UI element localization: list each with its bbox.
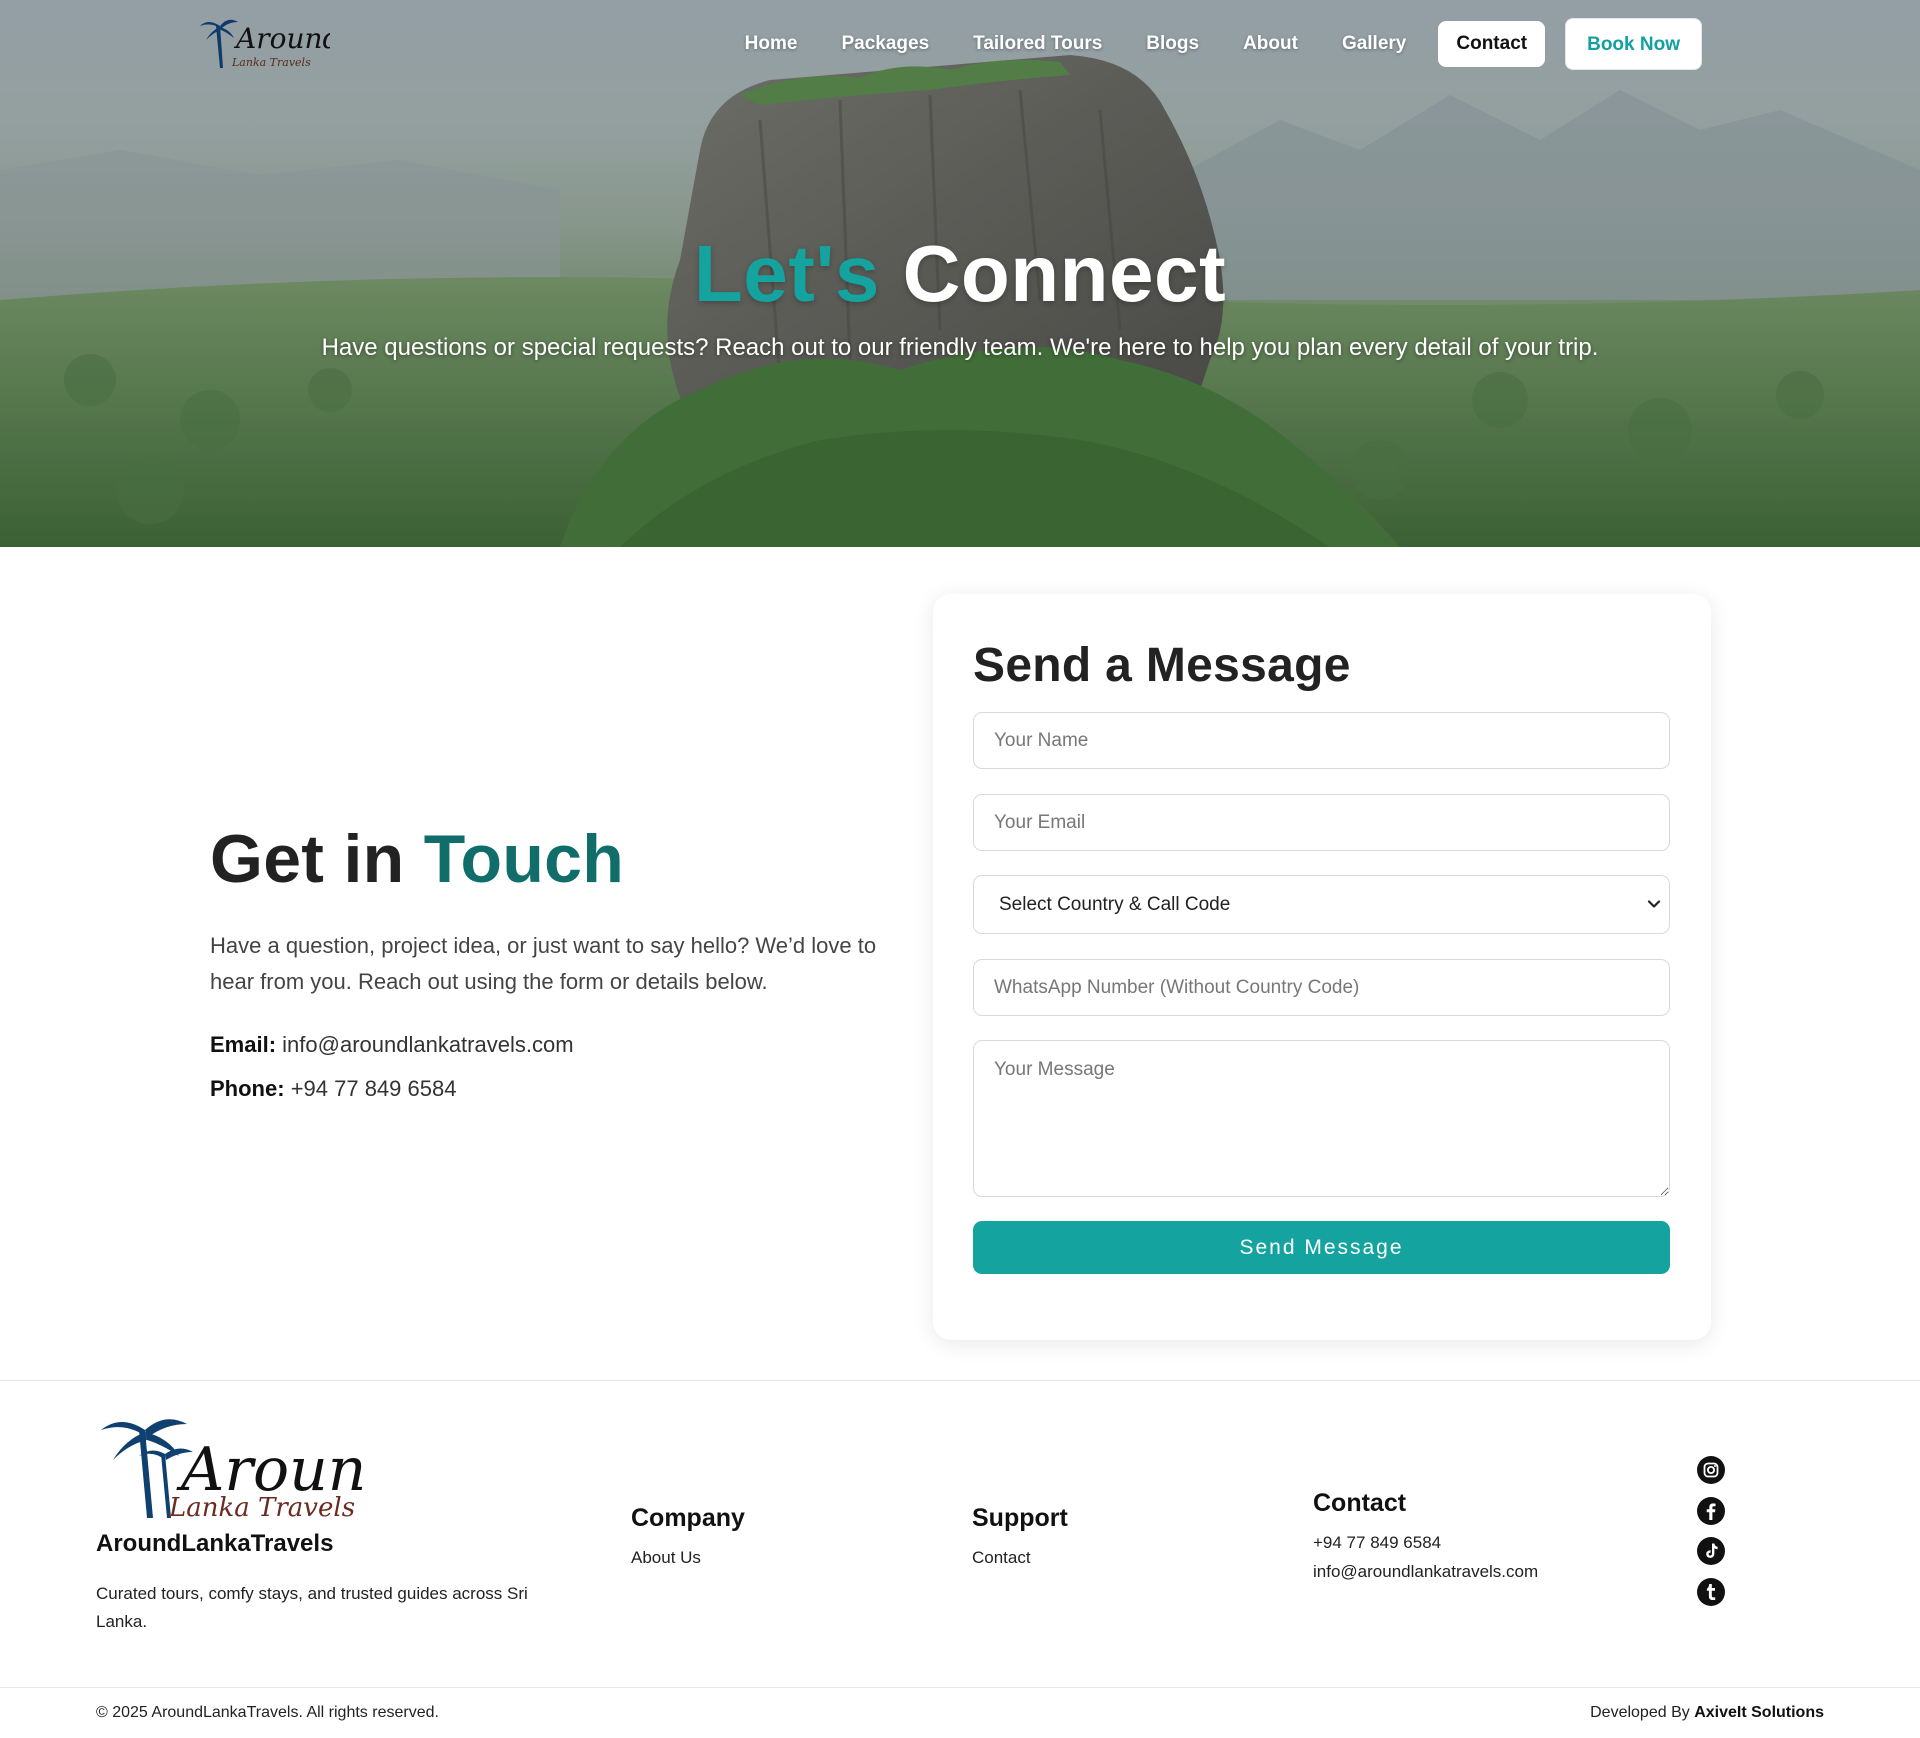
footer-contact-email[interactable]: info@aroundlankatravels.com xyxy=(1313,1562,1538,1582)
get-in-touch-title-main: Get in xyxy=(210,821,405,897)
developer-credit: Developed By AxiveIt Solutions xyxy=(1590,1704,1824,1722)
hero-title: Let's Connect xyxy=(0,228,1920,320)
phone-label: Phone: xyxy=(210,1076,285,1101)
nav-blogs[interactable]: Blogs xyxy=(1124,18,1221,70)
name-input[interactable] xyxy=(973,712,1670,769)
get-in-touch-section: Get in Touch Have a question, project id… xyxy=(210,820,910,1102)
contact-email-line: Email: info@aroundlankatravels.com xyxy=(210,1032,910,1058)
footer-brand-name: AroundLankaTravels xyxy=(96,1530,334,1557)
message-textarea[interactable] xyxy=(973,1040,1670,1197)
book-now-button[interactable]: Book Now xyxy=(1565,18,1702,70)
get-in-touch-title: Get in Touch xyxy=(210,820,910,898)
tumblr-icon[interactable] xyxy=(1697,1578,1725,1606)
developer-prefix: Developed By xyxy=(1590,1704,1690,1721)
logo-subword: Lanka Travels xyxy=(231,56,311,69)
nav-packages[interactable]: Packages xyxy=(819,18,951,70)
footer-logo-subword: Lanka Travels xyxy=(168,1493,355,1522)
main-nav: Home Packages Tailored Tours Blogs About… xyxy=(723,18,1702,70)
get-in-touch-title-accent: Touch xyxy=(423,821,625,897)
footer-tagline: Curated tours, comfy stays, and trusted … xyxy=(96,1584,528,1631)
get-in-touch-description: Have a question, project idea, or just w… xyxy=(210,933,877,994)
hero-section: Around Lanka Travels Home Packages Tailo… xyxy=(0,0,1920,547)
developer-name[interactable]: AxiveIt Solutions xyxy=(1694,1704,1824,1721)
nav-about[interactable]: About xyxy=(1221,18,1320,70)
footer-support-title: Support xyxy=(972,1504,1068,1532)
hero-title-rest: Connect xyxy=(902,229,1227,318)
form-title: Send a Message xyxy=(973,639,1351,692)
footer-link-about-us[interactable]: About Us xyxy=(631,1548,701,1568)
nav-gallery[interactable]: Gallery xyxy=(1320,18,1428,70)
footer-divider xyxy=(0,1380,1920,1381)
whatsapp-input[interactable] xyxy=(973,959,1670,1016)
country-code-select[interactable]: Select Country & Call Code xyxy=(973,875,1670,934)
hero-subtitle: Have questions or special requests? Reac… xyxy=(321,334,1599,361)
footer-contact-phone[interactable]: +94 77 849 6584 xyxy=(1313,1533,1441,1553)
copyright-text: © 2025 AroundLankaTravels. All rights re… xyxy=(96,1704,439,1721)
footer-bottom-divider xyxy=(0,1687,1920,1688)
hero-title-accent: Let's xyxy=(693,229,880,318)
phone-value[interactable]: +94 77 849 6584 xyxy=(291,1076,457,1101)
footer-logo[interactable]: Around Lanka Travels xyxy=(95,1414,367,1522)
email-label: Email: xyxy=(210,1032,277,1057)
nav-home[interactable]: Home xyxy=(723,18,820,70)
logo-word: Around xyxy=(233,22,330,55)
send-message-button[interactable]: Send Message xyxy=(973,1221,1670,1274)
nav-contact-button[interactable]: Contact xyxy=(1438,21,1546,67)
facebook-icon[interactable] xyxy=(1697,1497,1725,1525)
tiktok-icon[interactable] xyxy=(1697,1537,1725,1565)
footer-company-title: Company xyxy=(631,1504,745,1532)
message-form-card: Send a Message Select Country & Call Cod… xyxy=(933,594,1711,1340)
site-logo[interactable]: Around Lanka Travels xyxy=(198,16,330,72)
instagram-icon[interactable] xyxy=(1697,1456,1725,1484)
footer-contact-title: Contact xyxy=(1313,1489,1407,1517)
email-input[interactable] xyxy=(973,794,1670,851)
contact-phone-line: Phone: +94 77 849 6584 xyxy=(210,1076,910,1102)
email-value[interactable]: info@aroundlankatravels.com xyxy=(282,1032,573,1057)
footer-link-contact[interactable]: Contact xyxy=(972,1548,1031,1568)
chevron-down-icon xyxy=(1647,900,1661,908)
nav-tailored-tours[interactable]: Tailored Tours xyxy=(951,18,1124,70)
